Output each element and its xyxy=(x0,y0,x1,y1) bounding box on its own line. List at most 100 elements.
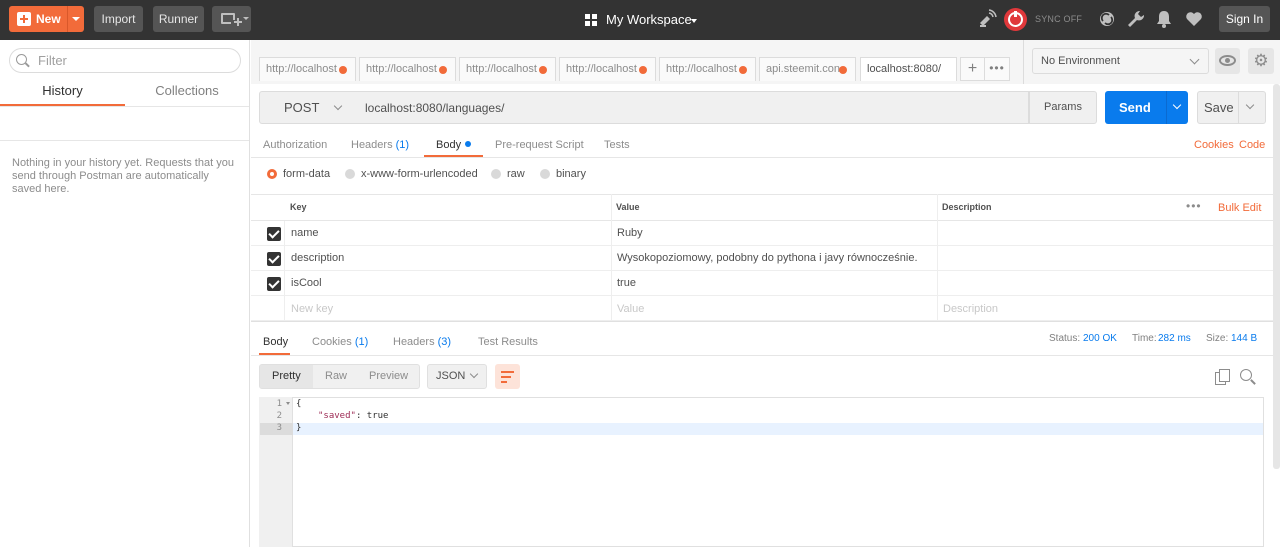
heart-icon[interactable] xyxy=(1184,9,1204,29)
tab-tests[interactable]: Tests xyxy=(604,138,630,158)
request-tab[interactable]: http://localhost xyxy=(559,57,656,81)
manage-environments-button[interactable]: ⚙ xyxy=(1248,48,1274,74)
copy-icon[interactable] xyxy=(1215,369,1230,385)
history-empty-message: Nothing in your history yet. Requests th… xyxy=(12,157,234,195)
url-input[interactable] xyxy=(355,91,1029,124)
chevron-down-icon xyxy=(469,369,479,379)
response-tab-headers[interactable]: Headers (3) xyxy=(393,336,451,348)
grid-icon xyxy=(585,14,597,26)
more-tabs-button[interactable]: ••• xyxy=(985,57,1010,81)
more-options-icon[interactable]: ••• xyxy=(1186,199,1202,213)
satellite-icon[interactable] xyxy=(977,9,997,29)
response-editor[interactable] xyxy=(259,397,1264,547)
save-button-label: Save xyxy=(1204,100,1234,115)
import-button[interactable]: Import xyxy=(94,6,143,32)
radio-form-data[interactable]: form-data xyxy=(267,167,330,181)
code-line: } xyxy=(296,423,302,433)
params-button[interactable]: Params xyxy=(1029,91,1097,124)
fold-caret-icon[interactable] xyxy=(286,402,290,405)
request-tab[interactable]: http://localhost xyxy=(359,57,456,81)
tab-pre-request-script[interactable]: Pre-request Script xyxy=(495,138,584,158)
radio-selected-icon xyxy=(267,169,277,179)
size-value[interactable]: 144 B xyxy=(1231,333,1257,344)
main-scrollbar[interactable] xyxy=(1273,84,1280,469)
save-button[interactable]: Save xyxy=(1197,91,1266,124)
row-checkbox[interactable] xyxy=(267,252,281,266)
line-number: 3 xyxy=(276,423,282,433)
row-checkbox[interactable] xyxy=(267,277,281,291)
row-value[interactable]: true xyxy=(617,277,636,289)
send-button[interactable]: Send xyxy=(1105,91,1188,124)
radio-x-www-form-urlencoded[interactable]: x-www-form-urlencoded xyxy=(345,167,478,181)
new-key-input[interactable]: New key xyxy=(291,303,333,315)
new-window-button[interactable] xyxy=(212,6,251,32)
tab-label: Headers xyxy=(351,139,393,151)
view-preview-button[interactable]: Preview xyxy=(369,370,408,382)
response-tab-test-results[interactable]: Test Results xyxy=(478,336,538,348)
status-value[interactable]: 200 OK xyxy=(1083,333,1117,344)
request-tab[interactable]: http://localhost xyxy=(659,57,756,81)
response-tab-body[interactable]: Body xyxy=(263,336,288,348)
response-tab-cookies[interactable]: Cookies (1) xyxy=(312,336,368,348)
unsaved-dot-icon xyxy=(439,66,447,74)
table-row xyxy=(251,296,1280,321)
new-button-label: New xyxy=(36,12,61,26)
wrench-icon[interactable] xyxy=(1126,9,1146,29)
code-link[interactable]: Code xyxy=(1239,139,1265,151)
row-value[interactable]: Wysokopoziomowy, podobny do pythona i ja… xyxy=(617,252,918,264)
eye-pupil xyxy=(1225,58,1230,63)
caret-down-icon xyxy=(691,19,697,23)
code-line: { xyxy=(296,399,302,409)
row-key[interactable]: name xyxy=(291,227,319,239)
bell-icon[interactable] xyxy=(1154,9,1174,29)
filter-input[interactable] xyxy=(38,51,233,70)
new-button[interactable]: New xyxy=(9,6,84,32)
sync-icon[interactable] xyxy=(1004,8,1027,31)
request-tab[interactable]: api.steemit.con xyxy=(759,57,856,81)
radio-binary[interactable]: binary xyxy=(540,167,586,181)
new-description-input[interactable]: Description xyxy=(943,303,998,315)
chevron-down-icon[interactable] xyxy=(1172,100,1182,110)
environment-select[interactable]: No Environment xyxy=(1032,48,1209,74)
tab-history[interactable]: History xyxy=(0,81,125,106)
new-value-input[interactable]: Value xyxy=(617,303,644,315)
radio-label: x-www-form-urlencoded xyxy=(361,168,478,180)
runner-button[interactable]: Runner xyxy=(153,6,204,32)
table-row xyxy=(251,221,1280,246)
row-key[interactable]: isCool xyxy=(291,277,322,289)
request-tab-active[interactable]: localhost:8080/ xyxy=(860,57,957,81)
wrap-lines-button[interactable] xyxy=(495,364,520,389)
row-value[interactable]: Ruby xyxy=(617,227,643,239)
bulk-edit-link[interactable]: Bulk Edit xyxy=(1218,202,1261,214)
sidebar-divider xyxy=(0,106,249,107)
request-tab[interactable]: http://localhost xyxy=(459,57,556,81)
tab-headers[interactable]: Headers (1) xyxy=(351,138,409,158)
environment-quick-look-button[interactable] xyxy=(1215,48,1240,74)
view-pretty-button[interactable]: Pretty xyxy=(272,370,301,382)
view-raw-button[interactable]: Raw xyxy=(325,370,347,382)
sidebar-divider xyxy=(0,140,249,141)
interceptor-icon[interactable] xyxy=(1097,9,1117,29)
workspace-name: My Workspace xyxy=(606,12,692,27)
new-tab-button[interactable]: + xyxy=(960,57,985,81)
kv-table-header xyxy=(251,194,1280,221)
format-select[interactable]: JSON xyxy=(427,364,487,389)
tab-collections[interactable]: Collections xyxy=(125,81,249,106)
time-value[interactable]: 282 ms xyxy=(1158,333,1191,344)
request-tab-label: http://localhost xyxy=(666,63,737,75)
row-checkbox[interactable] xyxy=(267,227,281,241)
tab-count: (3) xyxy=(437,336,452,348)
search-icon[interactable] xyxy=(1240,369,1255,384)
chevron-down-icon[interactable] xyxy=(1245,100,1255,110)
tab-authorization[interactable]: Authorization xyxy=(263,138,327,158)
radio-raw[interactable]: raw xyxy=(491,167,525,181)
cookies-link[interactable]: Cookies xyxy=(1194,139,1234,151)
caret-down-icon[interactable] xyxy=(72,17,80,21)
sign-in-button[interactable]: Sign In xyxy=(1219,6,1270,32)
method-select[interactable]: POST xyxy=(259,91,356,124)
radio-icon xyxy=(345,169,355,179)
plus-icon-vertical xyxy=(237,18,239,26)
radio-label: binary xyxy=(556,168,586,180)
row-key[interactable]: description xyxy=(291,252,344,264)
request-tab[interactable]: http://localhost xyxy=(259,57,356,81)
